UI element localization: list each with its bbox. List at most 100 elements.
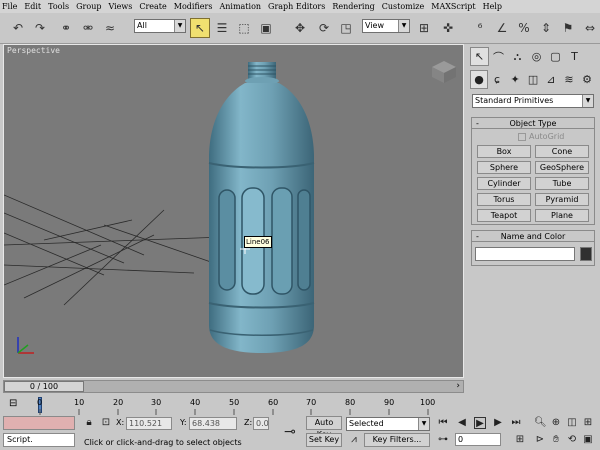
display-tab-icon[interactable]: ▢ [546,47,565,66]
select-scale-icon[interactable]: ◳ [336,18,356,38]
name-color-header[interactable]: - Name and Color [472,231,594,242]
time-slider-thumb[interactable]: 0 / 100 [4,381,84,392]
key-icon[interactable]: ⊸ [281,425,299,439]
z-coord-field[interactable]: 0.0 [253,417,269,430]
teapot-button[interactable]: Teapot [477,209,531,222]
autogrid-checkbox[interactable] [518,132,526,141]
pyramid-button[interactable]: Pyramid [535,193,589,206]
menu-create[interactable]: Create [139,2,166,11]
menu-graph-editors[interactable]: Graph Editors [268,2,325,11]
current-frame-field[interactable]: 0 [455,433,501,446]
maximize-viewport-icon[interactable]: ▣ [582,434,594,446]
select-move-icon[interactable]: ✥ [290,18,310,38]
menu-file[interactable]: File [2,2,17,11]
primitive-category-dropdown[interactable]: Standard Primitives ▼ [472,94,594,108]
object-name-input[interactable] [475,247,575,261]
previous-frame-icon[interactable]: ◀ [456,417,468,429]
menu-views[interactable]: Views [108,2,132,11]
pivot-icon[interactable]: ⊞ [414,18,434,38]
named-selection-icon[interactable]: ⚑ [558,18,578,38]
cylinder-button[interactable]: Cylinder [477,177,531,190]
selection-filter-dropdown[interactable]: All ▼ [134,19,186,33]
plane-button[interactable]: Plane [535,209,589,222]
time-config-icon[interactable]: ⊞ [514,434,526,446]
menu-tools[interactable]: Tools [48,2,69,11]
undo-icon[interactable]: ↶ [8,18,28,38]
bind-spacewarp-icon[interactable]: ≈ [100,18,120,38]
key-tangent-icon[interactable]: ⩘ [348,434,360,446]
viewcube-icon[interactable] [432,61,456,83]
goto-end-icon[interactable]: ⏭ [510,417,522,429]
select-rotate-icon[interactable]: ⟳ [314,18,334,38]
helpers-icon[interactable]: ⊿ [542,70,560,89]
create-tab-icon[interactable]: ↖ [470,47,489,66]
play-icon[interactable]: ▶ [474,417,486,429]
menu-help[interactable]: Help [483,2,502,11]
zoom-extents-all-icon[interactable]: ⊞ [582,417,594,429]
bottle-model[interactable] [208,62,315,353]
menu-animation[interactable]: Animation [219,2,261,11]
redo-icon[interactable]: ↷ [30,18,50,38]
autogrid-option[interactable]: AutoGrid [518,132,564,141]
next-frame-icon[interactable]: ▶ [492,417,504,429]
box-button[interactable]: Box [477,145,531,158]
zoom-all-icon[interactable]: ⊕ [550,417,562,429]
orbit-icon[interactable]: ⟲ [566,434,578,446]
track-bar[interactable]: ⊟ 0 10 20 30 40 50 60 70 80 90 100 [0,395,440,415]
menu-modifiers[interactable]: Modifiers [174,2,213,11]
mirror-icon[interactable]: ⇔ [580,18,600,38]
utilities-tab-icon[interactable]: T [565,47,584,66]
lock-icon[interactable]: 🔒︎ [83,417,95,429]
angle-snap-icon[interactable]: ∠ [492,18,512,38]
perspective-viewport[interactable]: Perspective Line06 [3,44,464,378]
percent-snap-icon[interactable]: % [514,18,534,38]
shapes-icon[interactable]: ɕ [488,70,506,89]
maxscript-listener-output[interactable] [3,416,75,430]
sphere-button[interactable]: Sphere [477,161,531,174]
menu-edit[interactable]: Edit [24,2,41,11]
goto-start-icon[interactable]: ⏮ [437,417,449,429]
geometry-icon[interactable]: ● [470,70,489,89]
time-slider[interactable]: 0 / 100 › [3,380,464,393]
object-type-header[interactable]: - Object Type [472,118,594,129]
menu-maxscript[interactable]: MAXScript [431,2,475,11]
object-color-swatch[interactable] [580,247,592,261]
menu-group[interactable]: Group [76,2,101,11]
zoom-icon[interactable]: 🔍︎ [534,417,547,429]
pan-icon[interactable]: ✋︎ [550,434,562,446]
snap-icon[interactable]: ⁶ [470,18,490,38]
geosphere-button[interactable]: GeoSphere [535,161,589,174]
auto-key-button[interactable]: Auto Key [306,416,342,439]
hierarchy-tab-icon[interactable]: ⛬ [508,47,527,66]
tube-button[interactable]: Tube [535,177,589,190]
select-link-icon[interactable]: ⚭ [56,18,76,38]
menu-rendering[interactable]: Rendering [332,2,374,11]
torus-button[interactable]: Torus [477,193,531,206]
cameras-icon[interactable]: ◫ [524,70,542,89]
y-coord-field[interactable]: 68.438 [189,417,237,430]
lights-icon[interactable]: ✦ [506,70,524,89]
field-of-view-icon[interactable]: ⊳ [534,434,546,446]
window-crossing-icon[interactable]: ▣ [256,18,276,38]
spacewarps-icon[interactable]: ≋ [560,70,578,89]
absolute-mode-icon[interactable]: ⊡ [100,417,112,429]
select-object-icon[interactable]: ↖ [190,18,210,38]
motion-tab-icon[interactable]: ◎ [527,47,546,66]
cone-button[interactable]: Cone [535,145,589,158]
modify-tab-icon[interactable]: ⌒ [489,47,508,66]
x-coord-field[interactable]: 110.521 [126,417,172,430]
zoom-extents-icon[interactable]: ◫ [566,417,578,429]
systems-icon[interactable]: ⚙ [578,70,596,89]
ref-coord-dropdown[interactable]: View ▼ [362,19,410,33]
key-mode-dropdown[interactable]: Selected ▼ [346,417,430,431]
manipulate-icon[interactable]: ✜ [438,18,458,38]
menu-customize[interactable]: Customize [382,2,425,11]
maxscript-input[interactable]: Script. [3,433,75,447]
select-by-name-icon[interactable]: ☰ [212,18,232,38]
set-key-button[interactable]: Set Key [306,433,342,447]
rectangular-selection-icon[interactable]: ⬚ [234,18,254,38]
unlink-icon[interactable]: ⚮ [78,18,98,38]
time-next-icon[interactable]: › [456,381,460,392]
spinner-snap-icon[interactable]: ⇕ [536,18,556,38]
key-mode-toggle-icon[interactable]: ⊶ [437,434,449,446]
